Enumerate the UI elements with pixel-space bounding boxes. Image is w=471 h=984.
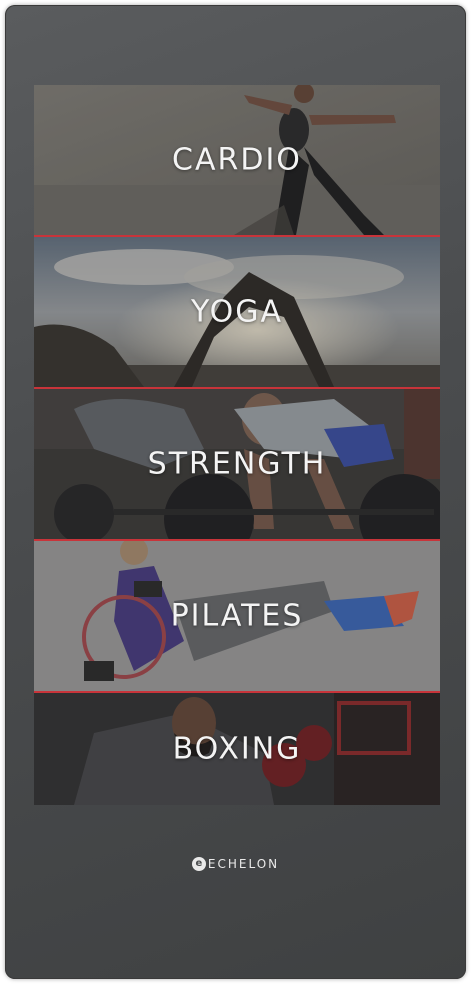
echelon-logo-icon: e: [191, 857, 206, 871]
category-label-pilates: PILATES: [170, 598, 304, 634]
category-tile-strength[interactable]: STRENGTH: [34, 389, 440, 539]
brand-name: ECHELON: [207, 857, 280, 871]
mirror-screen: CARDIO YOGA STRENGTH PILATES BOXING e EC…: [5, 5, 466, 979]
class-category-list: CARDIO YOGA STRENGTH PILATES BOXING: [34, 85, 440, 805]
category-label-yoga: YOGA: [190, 294, 284, 330]
category-label-boxing: BOXING: [172, 731, 302, 767]
category-tile-boxing[interactable]: BOXING: [34, 693, 440, 805]
brand-logo: e ECHELON: [5, 857, 466, 871]
category-label-strength: STRENGTH: [147, 446, 327, 482]
category-tile-pilates[interactable]: PILATES: [34, 541, 440, 691]
category-label-cardio: CARDIO: [172, 142, 302, 178]
category-tile-cardio[interactable]: CARDIO: [34, 85, 440, 235]
category-tile-yoga[interactable]: YOGA: [34, 237, 440, 387]
